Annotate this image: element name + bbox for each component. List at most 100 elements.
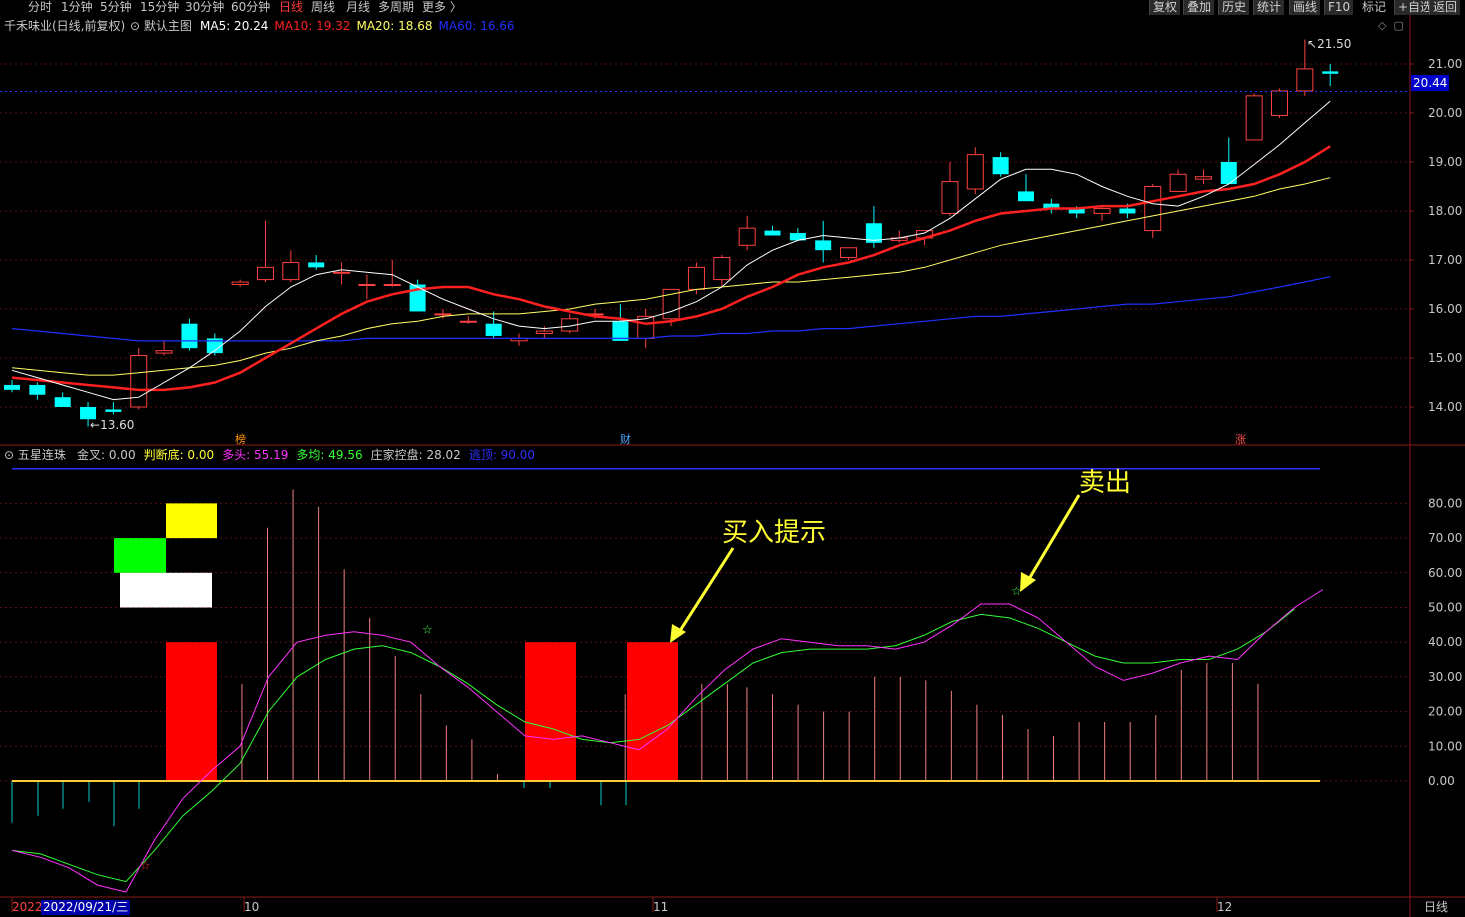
y-tick-label: 50.00 [1428, 601, 1462, 615]
candle-body-down [4, 384, 20, 390]
period-label[interactable]: 日线 [1424, 900, 1448, 915]
sell-arrow-head [1020, 572, 1036, 592]
toolbar-button-0[interactable]: 复权 [1149, 0, 1181, 15]
sub-indicator-selector[interactable]: ⊙ 五星连珠 [4, 447, 66, 463]
candle-body-down [1322, 71, 1339, 74]
candle-body-down [54, 397, 71, 407]
candle-body-up [155, 350, 173, 354]
y-tick-label: 60.00 [1428, 566, 1462, 580]
candle-body-up [1169, 173, 1187, 192]
candle-body-up [1144, 186, 1162, 232]
toolbar-button-7[interactable]: 返回 [1429, 0, 1461, 15]
toolbar-button-5[interactable]: F10 [1324, 0, 1354, 15]
candle-body-up [966, 154, 984, 190]
y-tick-label: 14.00 [1428, 400, 1462, 414]
cursor-date: 2022/09/21/三 [41, 900, 131, 915]
ma-legend-item-0: MA5: 20.24 [200, 19, 269, 33]
period-tab-5[interactable]: 60分钟 [231, 0, 270, 15]
event-mark-finance[interactable]: 财 [620, 431, 631, 447]
ma-legend-item-2: MA20: 18.68 [356, 19, 433, 33]
candle-body-down [1018, 191, 1034, 202]
month-label-10: 10 [244, 900, 260, 914]
candle-body-down [29, 384, 46, 395]
ma-legend: MA5: 20.24 MA10: 19.32 MA20: 18.68 MA60: 16… [200, 18, 521, 34]
toolbar-button-3[interactable]: 统计 [1253, 0, 1285, 15]
y-tick-label: 20.00 [1428, 705, 1462, 719]
ma-legend-item-1: MA10: 19.32 [274, 19, 351, 33]
y-tick-label: 21.00 [1428, 57, 1462, 71]
candle-body-up [840, 247, 858, 259]
candle-body-up [459, 320, 477, 323]
period-tab-8[interactable]: 月线 [346, 0, 370, 15]
sub-legend-item-5: 逃顶: 90.00 [468, 448, 536, 462]
candle-body-up [130, 355, 148, 408]
event-mark-limit-up[interactable]: 涨 [1235, 431, 1246, 447]
period-tab-4[interactable]: 30分钟 [185, 0, 224, 15]
candle-body-down [1119, 208, 1136, 214]
signal-block [525, 642, 576, 781]
dropdown-icon: ⊙ [130, 19, 141, 33]
month-label-12: 12 [1217, 900, 1233, 914]
period-tab-2[interactable]: 5分钟 [100, 0, 132, 15]
period-tab-3[interactable]: 15分钟 [140, 0, 179, 15]
candle-body-up [1194, 176, 1212, 180]
signal-block-yellow [166, 503, 217, 539]
candle-body-down [105, 409, 122, 412]
candle-body-down [815, 240, 832, 251]
low-price-label: ←13.60 [90, 418, 135, 432]
y-tick-label: 15.00 [1428, 351, 1462, 365]
period-tab-7[interactable]: 周线 [311, 0, 335, 15]
signal-block [166, 642, 217, 781]
candle-body-up [333, 271, 351, 274]
y-tick-label: 19.00 [1428, 155, 1462, 169]
high-price-label: ↖21.50 [1307, 37, 1352, 51]
y-tick-label: 30.00 [1428, 670, 1462, 684]
candle-body-up [535, 330, 553, 334]
period-tab-9[interactable]: 多周期 [378, 0, 414, 15]
sub-legend-item-1: 判断底: 0.00 [143, 448, 215, 462]
indicator-label: 默认主图 [143, 19, 192, 33]
period-tab-0[interactable]: 分时 [28, 0, 52, 15]
event-mark-list[interactable]: 榜 [235, 431, 246, 447]
low-price-value: 13.60 [100, 418, 135, 432]
chart-controls[interactable]: ◇ ▢ [1378, 18, 1404, 34]
ma10-line [11, 145, 1331, 392]
candle-body-up [358, 284, 376, 286]
indicator-selector[interactable]: ⊙ 默认主图 [130, 18, 192, 34]
candle-body-down [485, 323, 502, 336]
y-tick-label: 16.00 [1428, 302, 1462, 316]
star-marker: ☆ [140, 858, 151, 872]
month-label-11: 11 [653, 900, 669, 914]
period-tab-6[interactable]: 日线 [279, 0, 303, 15]
ma-legend-item-3: MA60: 16.66 [438, 19, 515, 33]
candle-body-up [1093, 208, 1111, 214]
signal-block-white [120, 572, 212, 608]
stock-title[interactable]: 千禾味业(日线,前复权) [4, 18, 125, 34]
candle-body-up [1245, 95, 1263, 141]
sub-legend-item-3: 多均: 49.56 [296, 448, 363, 462]
chart-area[interactable]: 14.00 15.00 16.00 17.00 18.00 19.00 20.00 21.00… [0, 15, 1465, 917]
buy-arrow-shaft [674, 547, 735, 638]
sub-indicator-legend: 金叉: 0.00 判断底: 0.00 多头: 55.19 多均: 49.56 庄家控盘:… [77, 447, 543, 463]
high-price-value: 21.50 [1317, 37, 1352, 51]
diamond-icon[interactable]: ◇ [1378, 19, 1386, 32]
candle-body-up [383, 284, 401, 286]
period-tab-10[interactable]: 更多 〉 [422, 0, 462, 15]
ma5-line [11, 100, 1331, 401]
square-icon[interactable]: ▢ [1393, 19, 1403, 32]
sub-legend-item-2: 多头: 55.19 [222, 448, 289, 462]
toolbar-button-2[interactable]: 历史 [1218, 0, 1250, 15]
candle-body-up [713, 257, 731, 281]
candle-body-up [941, 181, 959, 214]
signal-block [627, 642, 678, 781]
period-tab-1[interactable]: 1分钟 [61, 0, 93, 15]
signal-block-green [114, 538, 166, 573]
candle-body-down [308, 262, 325, 268]
stock-name: 千禾味业(日线,前复权) [4, 19, 126, 33]
toolbar-button-1[interactable]: 叠加 [1183, 0, 1215, 15]
sell-annotation: 卖出 [1079, 468, 1132, 498]
sub-legend-item-0: 金叉: 0.00 [77, 448, 136, 462]
toolbar-button-4[interactable]: 画线 [1289, 0, 1321, 15]
candle-body-up [738, 227, 756, 246]
marks-button[interactable]: 标记 [1362, 0, 1386, 15]
